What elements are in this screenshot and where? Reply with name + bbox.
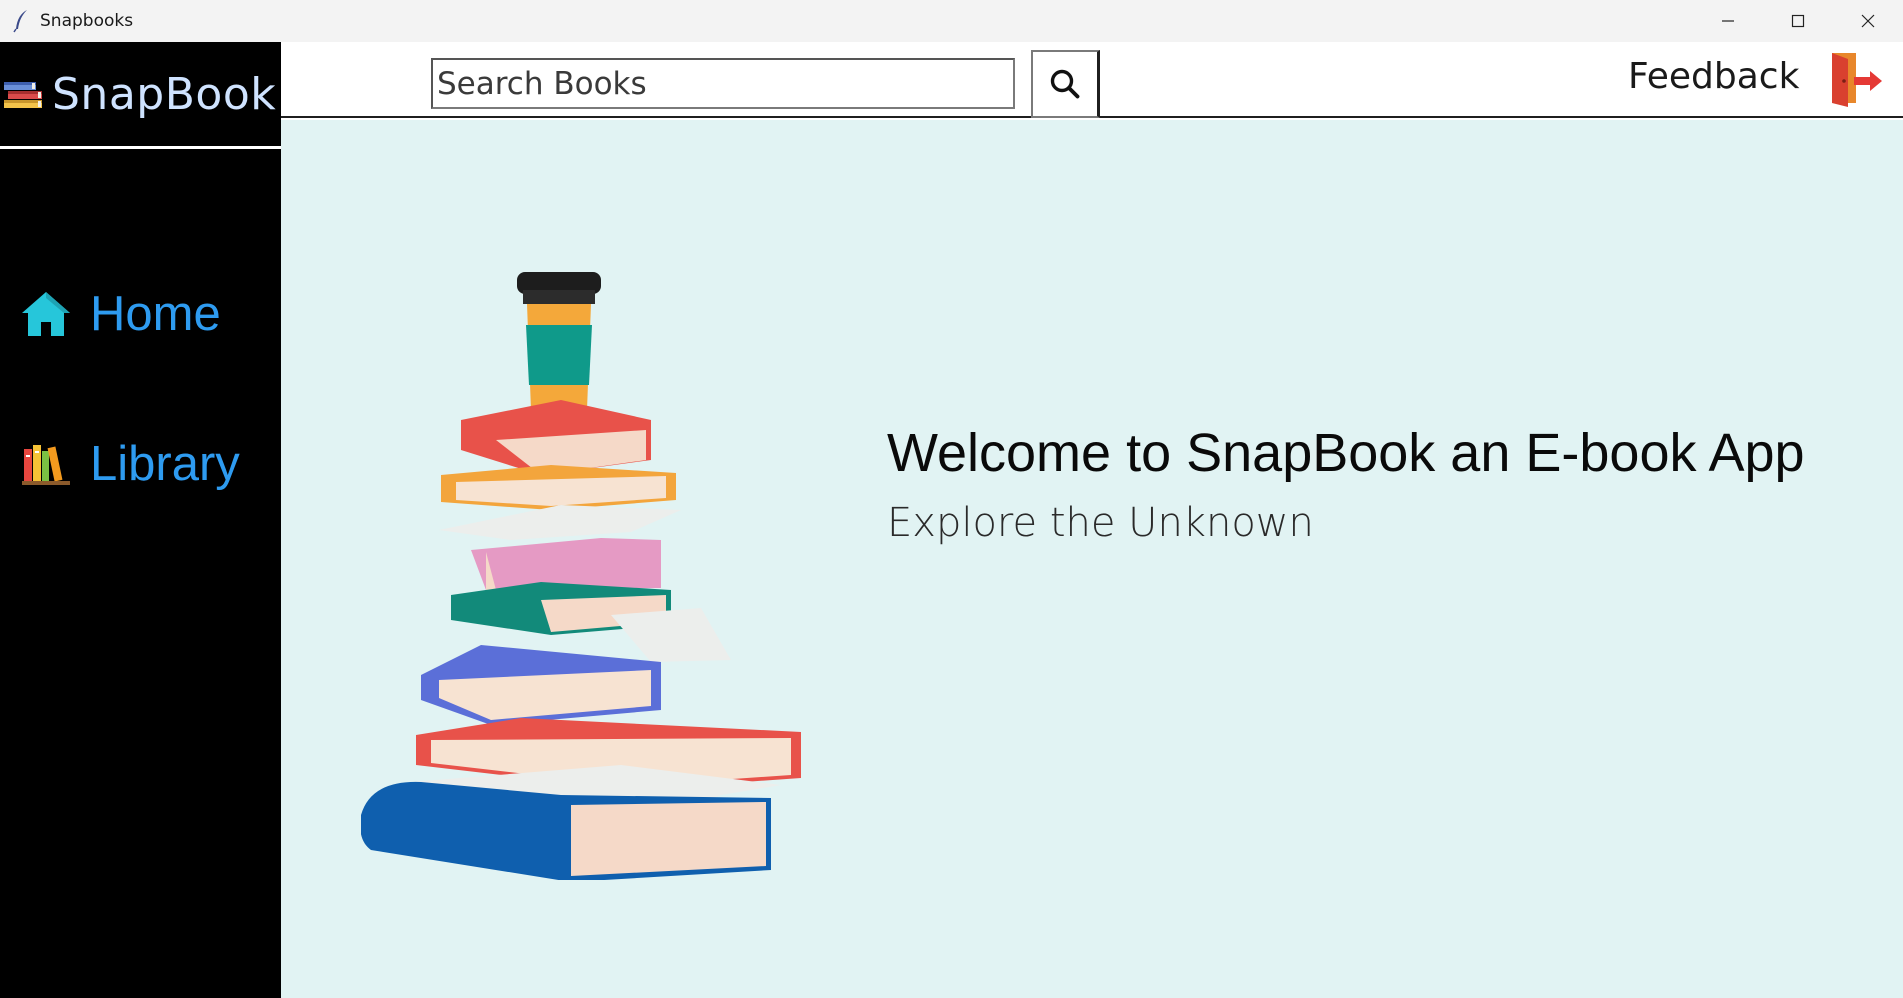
window-title: Snapbooks [40, 11, 134, 31]
maximize-button[interactable] [1763, 0, 1833, 42]
sidebar: SnapBook Home Library [0, 42, 281, 998]
brand-name: SnapBook [52, 68, 277, 120]
logout-door-icon [1832, 53, 1882, 107]
sidebar-item-library[interactable]: Library [0, 424, 281, 504]
maximize-icon [1791, 14, 1805, 28]
topbar: Feedback [281, 42, 1903, 118]
sidebar-item-label: Home [90, 287, 221, 341]
minimize-button[interactable] [1693, 0, 1763, 42]
search-icon [1050, 69, 1080, 99]
bookshelf-icon [18, 436, 74, 492]
search-button[interactable] [1031, 50, 1100, 118]
brand-divider [0, 146, 281, 149]
sidebar-item-home[interactable]: Home [0, 274, 281, 354]
feather-icon [0, 0, 42, 42]
books-coffee-illustration [361, 272, 801, 880]
window-titlebar: Snapbooks [0, 0, 1903, 42]
books-stack-icon [4, 82, 42, 108]
brand[interactable]: SnapBook [0, 42, 281, 146]
close-button[interactable] [1833, 0, 1903, 42]
close-icon [1861, 14, 1875, 28]
minimize-icon [1722, 20, 1734, 22]
home-icon [18, 286, 74, 342]
feedback-link[interactable]: Feedback [1628, 56, 1799, 97]
welcome-title: Welcome to SnapBook an E-book App [887, 423, 1805, 483]
logout-button[interactable] [1828, 50, 1886, 108]
sidebar-item-label: Library [90, 437, 240, 491]
search-input[interactable] [431, 58, 1015, 109]
main-content: Welcome to SnapBook an E-book App Explor… [281, 120, 1903, 998]
welcome-subtitle: Explore the Unknown [887, 500, 1314, 546]
